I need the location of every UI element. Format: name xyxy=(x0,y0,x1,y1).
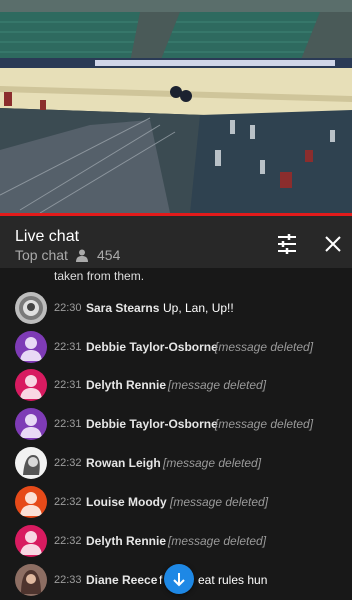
chat-message[interactable]: 22:32 Louise Moody [message deleted] xyxy=(0,483,352,521)
avatar[interactable] xyxy=(15,525,47,557)
message-timestamp: 22:31 xyxy=(54,341,82,353)
close-chat-button[interactable] xyxy=(322,233,344,255)
arrow-down-icon xyxy=(173,573,185,587)
sliders-icon xyxy=(278,234,296,254)
message-timestamp: 22:32 xyxy=(54,496,82,508)
message-text: [message deleted] xyxy=(163,456,262,470)
message-text: [message deleted] xyxy=(168,534,267,548)
message-author[interactable]: Debbie Taylor-Osborne xyxy=(86,340,218,354)
message-author[interactable]: Delyth Rennie xyxy=(86,378,166,392)
message-author[interactable]: Rowan Leigh xyxy=(86,456,161,470)
message-text: Up, Lan, Up!! xyxy=(163,301,234,315)
avatar[interactable] xyxy=(15,447,47,479)
chat-message[interactable]: 22:30 Sara Stearns Up, Lan, Up!! xyxy=(0,289,352,327)
message-timestamp: 22:32 xyxy=(54,457,82,469)
chat-message[interactable]: 22:32 Rowan Leigh [message deleted] xyxy=(0,444,352,482)
scroll-to-bottom-button[interactable] xyxy=(164,564,194,594)
message-text: [message deleted] xyxy=(168,378,267,392)
chat-header: Live chat Top chat 454 xyxy=(0,216,352,268)
person-icon xyxy=(76,249,88,262)
message-text: [message deleted] xyxy=(215,340,314,354)
message-author[interactable]: Diane Reece xyxy=(86,573,157,587)
close-icon xyxy=(325,236,341,252)
chat-settings-button[interactable] xyxy=(276,233,298,255)
partial-message-text: taken from them. xyxy=(54,269,145,283)
message-timestamp: 22:31 xyxy=(54,379,82,391)
video-frame xyxy=(0,0,352,213)
avatar[interactable] xyxy=(15,408,47,440)
avatar[interactable] xyxy=(15,486,47,518)
chat-message[interactable]: 22:32 Delyth Rennie [message deleted] xyxy=(0,522,352,560)
avatar[interactable] xyxy=(15,331,47,363)
message-author[interactable]: Sara Stearns xyxy=(86,301,159,315)
message-text: [message deleted] xyxy=(170,495,269,509)
avatar[interactable] xyxy=(15,564,47,596)
message-text: f xyxy=(159,573,163,587)
message-author[interactable]: Debbie Taylor-Osborne xyxy=(86,417,218,431)
message-text-tail: eat rules hun xyxy=(198,573,268,587)
chat-mode-selector[interactable]: Top chat xyxy=(15,247,68,263)
message-author[interactable]: Delyth Rennie xyxy=(86,534,166,548)
chat-title: Live chat xyxy=(15,228,80,245)
avatar[interactable] xyxy=(15,369,47,401)
message-timestamp: 22:32 xyxy=(54,535,82,547)
chat-message[interactable]: 22:31 Debbie Taylor-Osborne [message del… xyxy=(0,328,352,366)
viewer-count: 454 xyxy=(76,247,120,263)
chat-message[interactable]: 22:31 Debbie Taylor-Osborne [message del… xyxy=(0,405,352,443)
message-author[interactable]: Louise Moody xyxy=(86,495,167,509)
message-timestamp: 22:30 xyxy=(54,302,82,314)
chat-message[interactable]: 22:31 Delyth Rennie [message deleted] xyxy=(0,366,352,404)
message-timestamp: 22:31 xyxy=(54,418,82,430)
video-player[interactable] xyxy=(0,0,352,213)
message-text: [message deleted] xyxy=(215,417,314,431)
viewer-count-value: 454 xyxy=(97,247,121,263)
message-timestamp: 22:33 xyxy=(54,574,82,586)
chat-message-list[interactable]: taken from them. 22:30 Sara Stearns Up, … xyxy=(0,268,352,600)
avatar[interactable] xyxy=(15,292,47,324)
